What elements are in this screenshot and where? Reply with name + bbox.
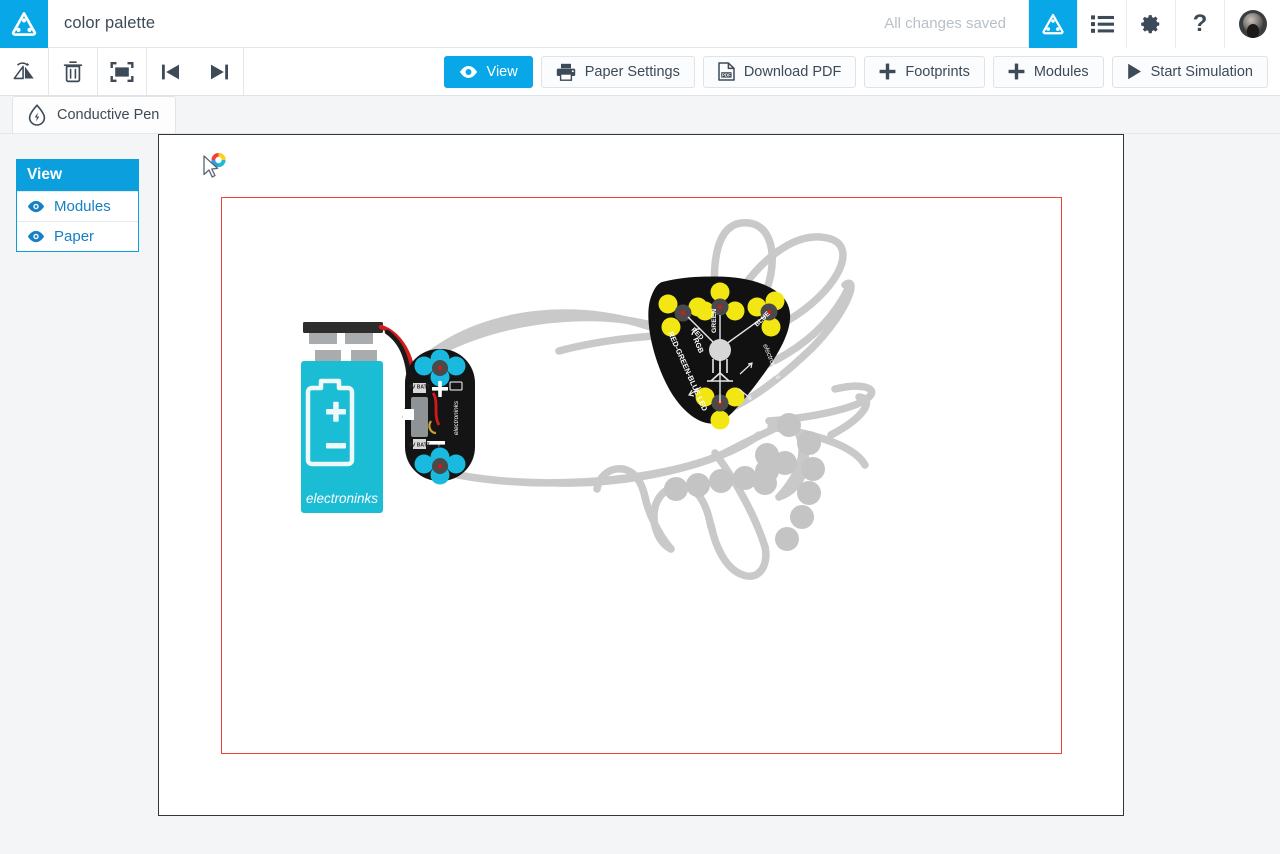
app-header: color palette All changes saved ? bbox=[0, 0, 1280, 48]
pointer-with-color-ring-icon bbox=[203, 153, 226, 178]
flip-button[interactable] bbox=[0, 48, 48, 95]
skip-previous-icon bbox=[162, 64, 179, 79]
triangle-circuit-logo-icon bbox=[11, 12, 37, 36]
svg-text:PDF: PDF bbox=[722, 73, 731, 78]
conductive-ink-drop-icon bbox=[28, 104, 46, 126]
design-canvas[interactable]: electroninks 9V BATT 9V BATT electronink… bbox=[158, 134, 1124, 816]
download-pdf-button[interactable]: PDF Download PDF bbox=[702, 55, 857, 88]
list-icon bbox=[1090, 15, 1114, 33]
gear-icon bbox=[1141, 15, 1160, 34]
printer-icon bbox=[556, 63, 575, 81]
delete-button[interactable] bbox=[49, 48, 97, 95]
plus-icon bbox=[879, 63, 896, 80]
view-layers-panel: View Modules Paper bbox=[16, 159, 139, 252]
download-pdf-label: Download PDF bbox=[743, 63, 842, 80]
step-back-button[interactable] bbox=[147, 48, 195, 95]
trash-icon bbox=[63, 60, 83, 82]
header-spacer bbox=[155, 0, 884, 47]
eye-icon bbox=[27, 200, 45, 213]
step-forward-button[interactable] bbox=[195, 48, 243, 95]
fit-screen-button[interactable] bbox=[98, 48, 146, 95]
help-button[interactable]: ? bbox=[1175, 0, 1224, 48]
mouse-cursor bbox=[199, 151, 229, 181]
add-modules-label: Modules bbox=[1033, 63, 1089, 80]
start-simulation-label: Start Simulation bbox=[1150, 63, 1253, 80]
play-icon bbox=[1127, 63, 1141, 80]
view-layer-paper[interactable]: Paper bbox=[17, 221, 138, 251]
main-toolbar: View Paper Settings PDF Download PDF Foo… bbox=[0, 48, 1280, 96]
paper-boundary bbox=[221, 197, 1062, 754]
pdf-file-icon: PDF bbox=[718, 62, 735, 81]
skip-next-icon bbox=[211, 64, 228, 79]
workspace: View Modules Paper electroninks 9V BATT … bbox=[0, 134, 1280, 850]
view-panel-title: View bbox=[17, 160, 138, 191]
triangle-circuit-logo-icon bbox=[1042, 13, 1064, 35]
tab-conductive-pen[interactable]: Conductive Pen bbox=[12, 96, 177, 133]
view-toggle-label: View bbox=[486, 63, 518, 80]
paper-settings-label: Paper Settings bbox=[584, 63, 680, 80]
add-footprints-label: Footprints bbox=[905, 63, 970, 80]
eye-icon bbox=[459, 65, 477, 78]
settings-button[interactable] bbox=[1126, 0, 1175, 48]
tab-conductive-pen-label: Conductive Pen bbox=[57, 107, 160, 123]
flip-horizontal-icon bbox=[13, 61, 34, 79]
paper-settings-button[interactable]: Paper Settings bbox=[540, 55, 695, 88]
eye-icon bbox=[27, 230, 45, 243]
view-layer-modules-label: Modules bbox=[54, 198, 111, 215]
add-footprints-button[interactable]: Footprints bbox=[864, 55, 985, 88]
avatar-icon bbox=[1238, 10, 1267, 38]
list-button[interactable] bbox=[1077, 0, 1126, 48]
projects-logo-button[interactable] bbox=[1028, 0, 1077, 48]
app-logo-button[interactable] bbox=[0, 0, 48, 48]
view-toggle-button[interactable]: View bbox=[443, 55, 533, 88]
plus-icon bbox=[1008, 63, 1025, 80]
view-layer-modules[interactable]: Modules bbox=[17, 191, 138, 221]
document-title[interactable]: color palette bbox=[48, 0, 155, 47]
save-status-text: All changes saved bbox=[884, 15, 1006, 32]
question-mark-icon: ? bbox=[1192, 10, 1208, 37]
toolbar-divider bbox=[243, 48, 244, 95]
start-simulation-button[interactable]: Start Simulation bbox=[1111, 55, 1268, 88]
view-layer-paper-label: Paper bbox=[54, 228, 95, 245]
fit-to-frame-icon bbox=[110, 61, 134, 82]
tool-tab-strip: Conductive Pen bbox=[0, 96, 1280, 134]
account-avatar[interactable] bbox=[1224, 0, 1280, 48]
add-modules-button[interactable]: Modules bbox=[992, 55, 1104, 88]
